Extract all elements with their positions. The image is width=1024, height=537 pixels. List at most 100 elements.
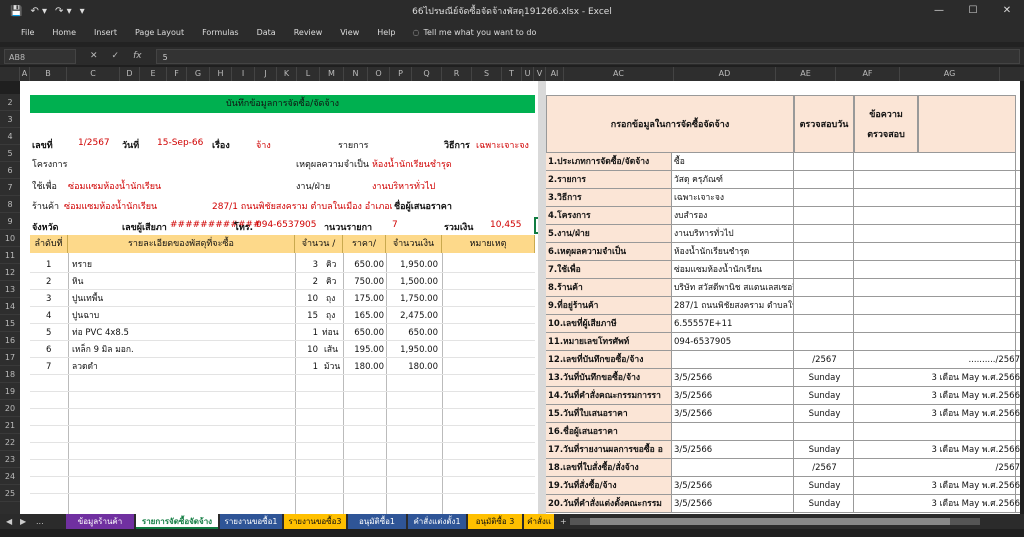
row-unit[interactable]: คิว <box>326 274 336 290</box>
col-header[interactable]: V <box>534 67 546 81</box>
entry-value[interactable]: 3/5/2566 <box>672 369 794 387</box>
entry-message[interactable] <box>854 225 1020 243</box>
sheet-tab[interactable]: คำสั่งแ <box>524 514 554 529</box>
row-unit[interactable]: คิว <box>326 257 336 273</box>
tab-insert[interactable]: Insert <box>85 28 126 37</box>
row-header[interactable]: 12 <box>0 264 20 281</box>
row-price[interactable]: 750.00 <box>346 274 384 290</box>
name-box[interactable]: AB8 <box>4 48 76 64</box>
entry-value[interactable]: วัสดุ ครุภัณฑ์ <box>672 171 794 189</box>
entry-check[interactable]: Sunday <box>794 441 854 459</box>
col-header[interactable]: P <box>390 67 412 81</box>
col-header[interactable]: K <box>277 67 297 81</box>
entry-label[interactable]: 11.หมายเลขโทรศัพท์ <box>546 333 672 351</box>
entry-label[interactable]: 7.ใช้เพื่อ <box>546 261 672 279</box>
entry-label[interactable]: 5.งาน/ฝ่าย <box>546 225 672 243</box>
entry-check[interactable] <box>794 315 854 333</box>
row-item[interactable]: ปูนฉาบ <box>72 308 99 324</box>
row-header[interactable]: 15 <box>0 315 20 332</box>
no-value[interactable]: 1/2567 <box>78 138 110 148</box>
entry-check[interactable]: /2567 <box>794 459 854 477</box>
col-header[interactable]: AI <box>546 67 564 81</box>
col-header[interactable]: C <box>67 67 120 81</box>
col-header[interactable]: AF <box>836 67 900 81</box>
col-header[interactable]: AD <box>674 67 776 81</box>
row-header[interactable]: 17 <box>0 349 20 366</box>
row-header[interactable]: 25 <box>0 485 20 502</box>
maximize-icon[interactable]: ☐ <box>956 0 990 22</box>
row-no[interactable]: 2 <box>46 274 51 290</box>
row-no[interactable]: 5 <box>46 325 51 341</box>
entry-value[interactable]: 3/5/2566 <box>672 441 794 459</box>
entry-message[interactable] <box>854 189 1020 207</box>
row-unit[interactable]: ม้วน <box>324 359 340 375</box>
entry-label[interactable]: 10.เลขที่ผู้เสียภาษี <box>546 315 672 333</box>
col-header[interactable]: J <box>255 67 277 81</box>
col-header[interactable]: O <box>368 67 390 81</box>
tel-value[interactable]: 094-6537905 <box>256 220 317 230</box>
row-qty[interactable]: 10 <box>298 342 318 358</box>
redo-icon[interactable]: ↷ ▾ <box>55 6 72 17</box>
row-unit[interactable]: ถุง <box>326 308 335 324</box>
sheet-tab[interactable]: รายการจัดซื้อจัดจ้าง <box>136 514 218 529</box>
row-amount[interactable]: 1,950.00 <box>390 342 438 358</box>
tab-home[interactable]: Home <box>43 28 85 37</box>
entry-value[interactable]: ซ่อมแซมห้องน้ำนักเรียน <box>672 261 794 279</box>
entry-label[interactable]: 18.เลขที่ใบสั่งซื้อ/สั่งจ้าง <box>546 459 672 477</box>
select-all-corner[interactable] <box>0 67 20 81</box>
dept-value[interactable]: งานบริหารทั่วไป <box>372 179 435 193</box>
row-qty[interactable]: 10 <box>298 291 318 307</box>
add-sheet-icon[interactable]: + <box>560 514 567 529</box>
col-header[interactable]: AG <box>900 67 1000 81</box>
row-amount[interactable]: 2,475.00 <box>390 308 438 324</box>
tab-view[interactable]: View <box>331 28 368 37</box>
entry-value[interactable]: งบสำรอง <box>672 207 794 225</box>
row-item[interactable]: ทราย <box>72 257 92 273</box>
row-header[interactable]: 8 <box>0 196 20 213</box>
row-header[interactable]: 22 <box>0 434 20 451</box>
row-price[interactable]: 650.00 <box>346 325 384 341</box>
row-price[interactable]: 175.00 <box>346 291 384 307</box>
worksheet-grid[interactable]: บันทึกข้อมูลการจัดซื้อ/จัดจ้าง เลขที่ 1/… <box>20 81 1020 514</box>
entry-label[interactable]: 4.โครงการ <box>546 207 672 225</box>
scroll-thumb[interactable] <box>590 518 950 525</box>
col-header[interactable]: G <box>187 67 210 81</box>
col-header[interactable]: AC <box>564 67 674 81</box>
entry-check[interactable]: Sunday <box>794 369 854 387</box>
entry-value[interactable]: 3/5/2566 <box>672 405 794 423</box>
entry-label[interactable]: 15.วันที่ใบเสนอราคา <box>546 405 672 423</box>
row-amount[interactable]: 1,750.00 <box>390 291 438 307</box>
entry-value[interactable] <box>672 459 794 477</box>
entry-check[interactable] <box>794 189 854 207</box>
entry-label[interactable]: 16.ชื่อผู้เสนอราคา <box>546 423 672 441</box>
entry-message[interactable] <box>854 333 1020 351</box>
row-qty[interactable]: 15 <box>298 308 318 324</box>
entry-message[interactable] <box>854 153 1020 171</box>
entry-value[interactable] <box>672 351 794 369</box>
subject-value[interactable]: จ้าง <box>256 138 271 152</box>
row-header[interactable]: 2 <box>0 94 20 111</box>
entry-value[interactable]: ซื้อ <box>672 153 794 171</box>
row-item[interactable]: ลวดดำ <box>72 359 98 375</box>
entry-value[interactable]: 094-6537905 <box>672 333 794 351</box>
entry-value[interactable]: 3/5/2566 <box>672 495 794 513</box>
enter-icon[interactable]: ✓ <box>112 51 120 61</box>
tab-review[interactable]: Review <box>285 28 332 37</box>
entry-check[interactable]: Sunday <box>794 477 854 495</box>
entry-label[interactable]: 9.ที่อยู่ร้านค้า <box>546 297 672 315</box>
entry-message[interactable]: 3 เดือน May พ.ศ.2566 <box>854 495 1020 513</box>
sheet-tab[interactable]: ข้อมูลร้านค้า <box>66 514 134 529</box>
entry-label[interactable]: 8.ร้านค้า <box>546 279 672 297</box>
row-no[interactable]: 1 <box>46 257 51 273</box>
col-header[interactable]: AE <box>776 67 836 81</box>
entry-check[interactable] <box>794 207 854 225</box>
row-header[interactable]: 18 <box>0 366 20 383</box>
entry-value[interactable]: 6.55557E+11 <box>672 315 794 333</box>
entry-check[interactable] <box>794 333 854 351</box>
entry-label[interactable]: 3.วิธีการ <box>546 189 672 207</box>
tab-help[interactable]: Help <box>368 28 404 37</box>
row-header[interactable]: 10 <box>0 230 20 247</box>
more-sheets-icon[interactable]: ... <box>36 514 44 529</box>
entry-label[interactable]: 19.วันที่สั่งซื้อ/จ้าง <box>546 477 672 495</box>
formula-input[interactable]: 5 <box>155 48 1020 64</box>
